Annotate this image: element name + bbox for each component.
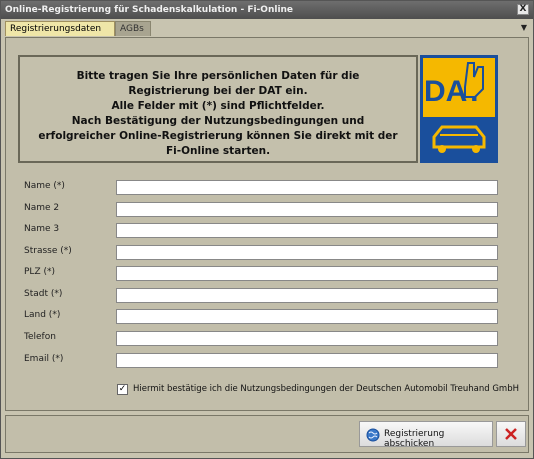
strasse-field[interactable] [116,245,498,260]
footer-bar: Registrierung abschicken [5,415,529,453]
name-field[interactable] [116,180,498,195]
plz-field[interactable] [116,266,498,281]
stadt-field[interactable] [116,288,498,303]
info-text: Bitte tragen Sie Ihre persönlichen Daten… [38,70,398,157]
label-name: Name (*) [24,181,65,191]
cancel-button[interactable] [496,421,526,447]
window-title: Online-Registrierung für Schadenskalkula… [5,5,294,15]
title-bar: Online-Registrierung für Schadenskalkula… [1,1,533,19]
name-2-field[interactable] [116,202,498,217]
label-stadt: Stadt (*) [24,289,63,299]
window-close-button[interactable]: X [517,4,529,15]
tab-agbs[interactable]: AGBs [115,21,151,36]
name-3-field[interactable] [116,223,498,238]
registration-panel: Bitte tragen Sie Ihre persönlichen Daten… [5,37,529,411]
submit-registration-button[interactable]: Registrierung abschicken [359,421,493,449]
tab-strip: Registrierungsdaten AGBs ▼ [1,19,533,37]
tab-dropdown-icon[interactable]: ▼ [521,23,527,32]
terms-checkbox[interactable]: ✓ [117,384,128,395]
telefon-field[interactable] [116,331,498,346]
submit-label: Registrierung abschicken [384,429,445,449]
label-plz: PLZ (*) [24,267,55,277]
dat-logo: DAT [420,55,498,163]
globe-icon [366,428,380,442]
label-telefon: Telefon [24,332,56,342]
label-strasse: Strasse (*) [24,246,72,256]
cancel-icon [505,428,517,440]
info-banner: Bitte tragen Sie Ihre persönlichen Daten… [18,55,418,163]
tab-registrierungsdaten[interactable]: Registrierungsdaten [5,21,115,36]
label-land: Land (*) [24,310,61,320]
label-email: Email (*) [24,354,64,364]
registration-window: Online-Registrierung für Schadenskalkula… [0,0,534,459]
land-field[interactable] [116,309,498,324]
terms-label: Hiermit bestätige ich die Nutzungsbeding… [133,384,519,394]
label-name-2: Name 2 [24,203,60,213]
label-name-3: Name 3 [24,224,60,234]
email-field[interactable] [116,353,498,368]
